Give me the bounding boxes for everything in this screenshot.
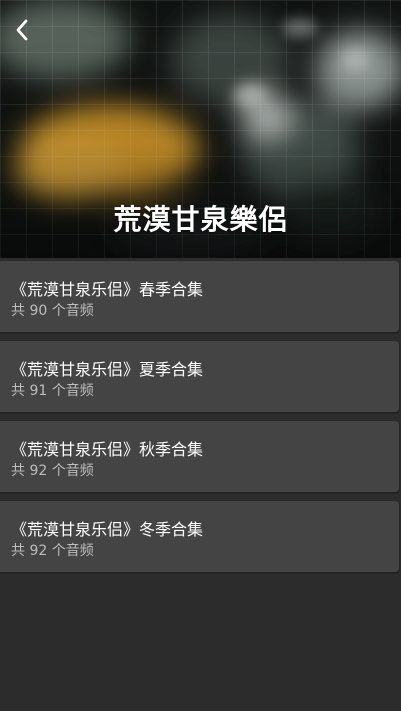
album-item-winter[interactable]: 《荒漠甘泉乐侣》冬季合集 共 92 个音频 xyxy=(0,501,399,572)
album-count: 共 91 个音频 xyxy=(11,383,94,399)
album-item-spring[interactable]: 《荒漠甘泉乐侣》春季合集 共 90 个音频 xyxy=(0,261,399,332)
album-title: 《荒漠甘泉乐侣》秋季合集 xyxy=(11,440,204,459)
album-item-autumn[interactable]: 《荒漠甘泉乐侣》秋季合集 共 92 个音频 xyxy=(0,421,399,492)
page-title: 荒漠甘泉樂侶 xyxy=(113,203,288,236)
album-count: 共 90 个音频 xyxy=(11,303,94,319)
album-count: 共 92 个音频 xyxy=(11,543,94,559)
album-title: 《荒漠甘泉乐侣》春季合集 xyxy=(11,280,204,299)
album-title: 《荒漠甘泉乐侣》冬季合集 xyxy=(11,520,204,539)
back-button[interactable] xyxy=(6,12,38,48)
header-banner: 荒漠甘泉樂侶 xyxy=(0,0,401,258)
chevron-left-icon xyxy=(16,19,28,41)
album-title: 《荒漠甘泉乐侣》夏季合集 xyxy=(11,360,204,379)
album-item-summer[interactable]: 《荒漠甘泉乐侣》夏季合集 共 91 个音频 xyxy=(0,341,399,412)
album-list: 《荒漠甘泉乐侣》春季合集 共 90 个音频 《荒漠甘泉乐侣》夏季合集 共 91 … xyxy=(0,261,401,581)
album-count: 共 92 个音频 xyxy=(11,463,94,479)
